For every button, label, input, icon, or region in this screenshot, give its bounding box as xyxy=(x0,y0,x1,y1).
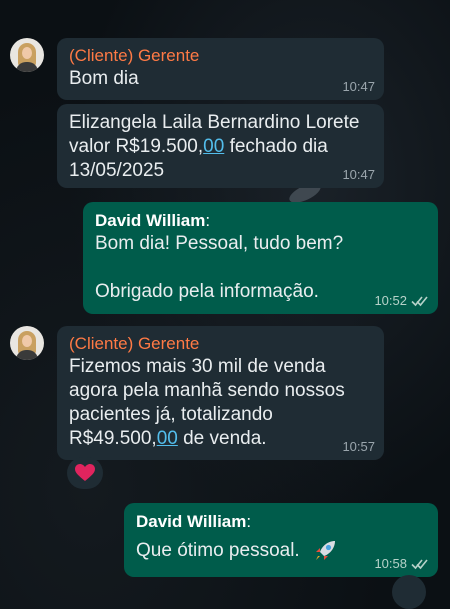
message-bubble-incoming[interactable]: (Cliente) Gerente Bom dia 10:47 xyxy=(57,38,384,100)
message-time: 10:47 xyxy=(342,79,375,94)
sender-name[interactable]: (Cliente) Gerente xyxy=(69,333,372,355)
message-text: Elizangela Laila Bernardino Lorete valor… xyxy=(69,111,372,183)
sender-avatar[interactable] xyxy=(10,38,44,72)
message-line: 13/05/2025 xyxy=(69,160,165,181)
message-line: Que ótimo pessoal. xyxy=(136,540,300,562)
author-name: David William: xyxy=(136,512,252,531)
message-fragment: de venda. xyxy=(177,428,267,449)
message-text: Fizemos mais 30 mil de venda agora pela … xyxy=(69,355,372,451)
phone-link[interactable]: 00 xyxy=(157,428,178,449)
message-line: pacientes já, totalizando xyxy=(69,404,273,425)
double-check-icon xyxy=(411,559,428,570)
message-line: R$49.500,00 de venda. xyxy=(69,427,372,451)
message-line: agora pela manhã sendo nossos xyxy=(69,380,345,401)
message-line: Bom dia! Pessoal, tudo bem? xyxy=(95,233,344,254)
message-fragment: fechado dia xyxy=(224,136,328,157)
message-time: 10:47 xyxy=(342,167,375,182)
scroll-down-button[interactable] xyxy=(392,575,426,609)
message-line: valor R$19.500,00 fechado dia xyxy=(69,135,372,159)
message-time: 10:58 xyxy=(374,556,407,571)
chat-area: (Cliente) Gerente Bom dia 10:47 Elizange… xyxy=(0,0,450,609)
message-time: 10:57 xyxy=(342,439,375,454)
message-time-status: 10:58 xyxy=(374,557,429,571)
message-time: 10:52 xyxy=(374,293,407,308)
double-check-icon xyxy=(411,296,428,307)
message-bubble-outgoing[interactable]: David William: Que ótimo pessoal. 10:58 xyxy=(124,503,438,577)
rocket-icon xyxy=(315,541,335,560)
message-line: Elizangela Laila Bernardino Lorete xyxy=(69,112,360,133)
message-text: Bom dia xyxy=(69,68,139,89)
phone-link[interactable]: 00 xyxy=(203,136,224,157)
message-bubble-incoming[interactable]: (Cliente) Gerente Fizemos mais 30 mil de… xyxy=(57,326,384,460)
sender-avatar[interactable] xyxy=(10,326,44,360)
message-bubble-incoming[interactable]: Elizangela Laila Bernardino Lorete valor… xyxy=(57,104,384,188)
message-fragment: valor R$19.500, xyxy=(69,136,204,157)
message-fragment: R$49.500, xyxy=(69,428,157,449)
message-time-status: 10:52 xyxy=(374,294,429,308)
message-line: Fizemos mais 30 mil de venda xyxy=(69,356,326,377)
sender-name[interactable]: (Cliente) Gerente xyxy=(69,45,372,67)
author-name: David William: xyxy=(95,211,211,230)
message-bubble-outgoing[interactable]: David William: Bom dia! Pessoal, tudo be… xyxy=(83,202,438,314)
heart-icon xyxy=(75,464,95,481)
reaction-badge[interactable] xyxy=(67,457,103,489)
